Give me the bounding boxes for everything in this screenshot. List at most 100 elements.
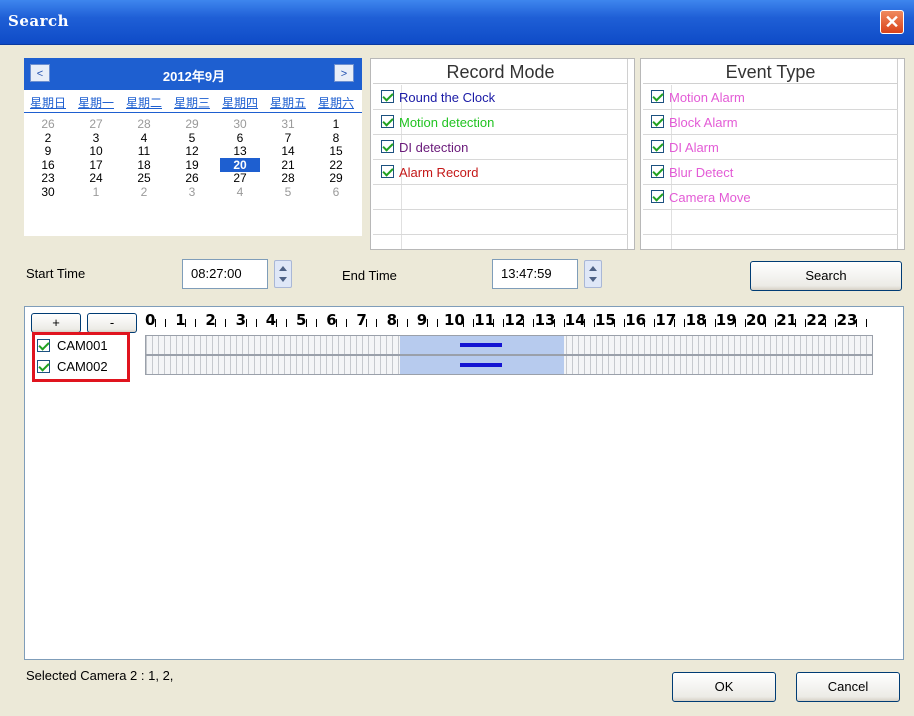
ruler-tick — [285, 319, 287, 327]
calendar-day[interactable]: 8 — [316, 131, 356, 145]
calendar-day[interactable]: 28 — [124, 117, 164, 131]
start-time-spinner[interactable] — [274, 260, 292, 288]
start-time-field[interactable]: 08:27:00 — [182, 259, 268, 289]
cam002-track[interactable] — [145, 355, 873, 375]
ruler-tick — [493, 319, 495, 327]
list-item[interactable]: Block Alarm — [643, 110, 898, 135]
search-button[interactable]: Search — [750, 261, 902, 291]
zoom-in-button[interactable]: + — [31, 313, 81, 333]
calendar-day[interactable]: 12 — [172, 144, 212, 158]
ruler-tick — [523, 319, 525, 327]
calendar-day[interactable]: 13 — [220, 144, 260, 158]
checkbox-checked-icon[interactable] — [381, 165, 394, 178]
calendar-day[interactable]: 25 — [124, 171, 164, 185]
camera-selection-highlight — [32, 332, 130, 382]
calendar-day[interactable]: 20 — [220, 157, 260, 172]
ruler-tick — [336, 319, 338, 327]
list-item[interactable]: DI Alarm — [643, 135, 898, 160]
calendar-day[interactable]: 4 — [220, 185, 260, 199]
checkbox-checked-icon[interactable] — [651, 165, 664, 178]
calendar-day[interactable]: 3 — [172, 185, 212, 199]
zoom-out-button[interactable]: - — [87, 313, 137, 333]
calendar-day[interactable]: 3 — [76, 131, 116, 145]
list-item[interactable] — [373, 210, 628, 235]
calendar-day[interactable]: 23 — [28, 171, 68, 185]
calendar-day[interactable]: 30 — [220, 117, 260, 131]
calendar-day[interactable]: 9 — [28, 144, 68, 158]
calendar-day[interactable]: 21 — [268, 158, 308, 172]
list-item[interactable]: Motion Alarm — [643, 85, 898, 110]
list-item[interactable]: Alarm Record — [373, 160, 628, 185]
list-item[interactable] — [373, 185, 628, 210]
cancel-button[interactable]: Cancel — [796, 672, 900, 702]
calendar-day[interactable]: 5 — [172, 131, 212, 145]
calendar-day[interactable]: 19 — [172, 158, 212, 172]
calendar-day[interactable]: 14 — [268, 144, 308, 158]
checkbox-checked-icon[interactable] — [651, 190, 664, 203]
checkbox-checked-icon[interactable] — [381, 115, 394, 128]
calendar-day[interactable]: 22 — [316, 158, 356, 172]
calendar-day[interactable]: 27 — [220, 171, 260, 185]
calendar-day[interactable]: 29 — [172, 117, 212, 131]
checkbox-checked-icon[interactable] — [381, 140, 394, 153]
calendar-day[interactable]: 1 — [76, 185, 116, 199]
calendar-day[interactable]: 24 — [76, 171, 116, 185]
hour-tick-label: 13 — [534, 311, 556, 329]
hour-tick-label: 16 — [625, 311, 647, 329]
hour-tick-label: 6 — [326, 311, 337, 329]
calendar-day[interactable]: 18 — [124, 158, 164, 172]
record-mode-header: Record Mode — [373, 61, 628, 84]
calendar-day[interactable]: 30 — [28, 185, 68, 199]
calendar-day[interactable]: 27 — [76, 117, 116, 131]
calendar-day[interactable]: 26 — [172, 171, 212, 185]
ruler-tick — [825, 319, 827, 327]
calendar-day[interactable]: 17 — [76, 158, 116, 172]
hour-tick-label: 15 — [595, 311, 616, 329]
prev-month-button[interactable]: < — [30, 64, 50, 82]
calendar-day[interactable]: 2 — [124, 185, 164, 199]
checkbox-checked-icon[interactable] — [651, 115, 664, 128]
list-item[interactable]: Camera Move — [643, 185, 898, 210]
end-time-spinner[interactable] — [584, 260, 602, 288]
hour-tick-label: 7 — [356, 311, 367, 329]
cam001-track[interactable] — [145, 335, 873, 355]
list-item-label: Blur Detect — [669, 165, 734, 180]
start-time-label: Start Time — [26, 266, 86, 281]
list-item[interactable]: Motion detection — [373, 110, 628, 135]
recording-segment — [460, 343, 502, 347]
list-item-label: Alarm Record — [399, 165, 479, 180]
end-time-field[interactable]: 13:47:59 — [492, 259, 578, 289]
calendar-day[interactable]: 28 — [268, 171, 308, 185]
checkbox-checked-icon[interactable] — [381, 90, 394, 103]
next-month-button[interactable]: > — [334, 64, 354, 82]
calendar-header: < 2012年9月 > — [24, 58, 362, 90]
hour-tick-label: 19 — [715, 311, 737, 329]
ok-button[interactable]: OK — [672, 672, 776, 702]
weekday-label: 星期二 — [125, 96, 162, 110]
list-item[interactable]: DI detection — [373, 135, 628, 160]
calendar-day[interactable]: 11 — [124, 144, 164, 158]
calendar-day[interactable]: 5 — [268, 185, 308, 199]
list-item[interactable]: Blur Detect — [643, 160, 898, 185]
calendar-day[interactable]: 6 — [220, 131, 260, 145]
hour-tick-label: 11 — [474, 311, 496, 329]
ruler-tick — [195, 319, 197, 327]
calendar-day[interactable]: 31 — [268, 117, 308, 131]
list-item[interactable] — [643, 210, 898, 235]
checkbox-checked-icon[interactable] — [651, 90, 664, 103]
calendar-day[interactable]: 2 — [28, 131, 68, 145]
calendar-day[interactable]: 4 — [124, 131, 164, 145]
calendar-day[interactable]: 16 — [28, 158, 68, 172]
ruler-tick — [674, 319, 676, 327]
calendar-day[interactable]: 1 — [316, 117, 356, 131]
calendar-day[interactable]: 26 — [28, 117, 68, 131]
ruler-tick — [463, 319, 464, 327]
calendar-day[interactable]: 6 — [316, 185, 356, 199]
list-item[interactable]: Round the Clock — [373, 85, 628, 110]
close-button[interactable]: ✕ — [880, 10, 904, 34]
calendar-day[interactable]: 15 — [316, 144, 356, 158]
checkbox-checked-icon[interactable] — [651, 140, 664, 153]
calendar-day[interactable]: 29 — [316, 171, 356, 185]
calendar-day[interactable]: 10 — [76, 144, 116, 158]
calendar-day[interactable]: 7 — [268, 131, 308, 145]
